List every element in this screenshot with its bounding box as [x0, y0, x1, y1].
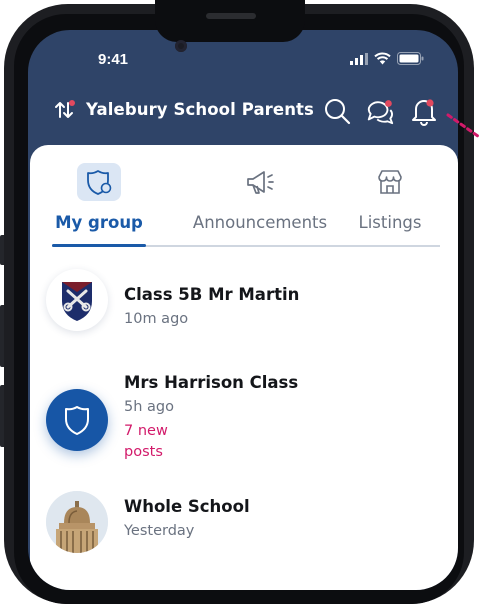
- tab-label: My group: [55, 213, 143, 232]
- chat-icon[interactable]: [365, 96, 395, 126]
- group-name: Class 5B Mr Martin: [124, 285, 300, 304]
- group-name: Whole School: [124, 497, 250, 516]
- search-icon[interactable]: [322, 96, 352, 126]
- list-item[interactable]: Mrs Harrison Class 5h ago 7 new posts: [30, 349, 458, 469]
- list-item[interactable]: Class 5B Mr Martin 10m ago: [30, 249, 458, 349]
- page-title: Yalebury School Parents: [86, 100, 314, 119]
- group-time: 5h ago: [124, 399, 174, 415]
- phone-notch: [155, 0, 305, 42]
- school-crest-icon: [62, 282, 92, 321]
- wifi-icon: [374, 52, 391, 65]
- group-time: Yesterday: [124, 523, 195, 539]
- tab-icon-container: [368, 163, 412, 201]
- group-time: 10m ago: [124, 311, 189, 327]
- bell-icon[interactable]: [409, 96, 439, 126]
- tab-label: Announcements: [192, 213, 328, 232]
- content-card: My group Announcements Listings Class 5B…: [30, 145, 458, 590]
- tab-listings[interactable]: Listings: [350, 145, 430, 250]
- avatar: [46, 389, 108, 451]
- avatar: [46, 491, 108, 553]
- new-posts-count: 7 new posts: [124, 423, 168, 460]
- active-tab-indicator: [52, 244, 146, 247]
- app-header: Yalebury School Parents: [28, 90, 458, 130]
- list-item[interactable]: Whole School Yesterday: [30, 471, 458, 590]
- group-name: Mrs Harrison Class: [124, 373, 299, 392]
- shield-icon: [87, 170, 112, 195]
- phone-mockup: 9:41 Yalebury School Parents My group An…: [0, 0, 479, 604]
- status-icons: [350, 52, 424, 65]
- building-dome-icon: [46, 491, 108, 553]
- status-time: 9:41: [98, 51, 129, 68]
- battery-icon: [397, 52, 424, 65]
- screen: 9:41 Yalebury School Parents My group An…: [28, 30, 458, 590]
- switch-group-icon[interactable]: [54, 100, 76, 120]
- tab-announcements[interactable]: Announcements: [180, 145, 340, 250]
- storefront-icon: [378, 170, 402, 194]
- tab-icon-container: [238, 163, 282, 201]
- avatar: [46, 269, 108, 331]
- shield-icon: [65, 406, 89, 435]
- megaphone-icon: [247, 171, 274, 194]
- tab-bar: My group Announcements Listings: [30, 145, 458, 250]
- callout-pointer: [446, 113, 479, 139]
- front-camera: [175, 40, 187, 52]
- tab-label: Listings: [358, 213, 422, 232]
- tab-my-group[interactable]: My group: [52, 145, 146, 250]
- signal-icon: [350, 52, 368, 65]
- tab-icon-container: [77, 163, 121, 201]
- speaker-grille: [206, 13, 256, 19]
